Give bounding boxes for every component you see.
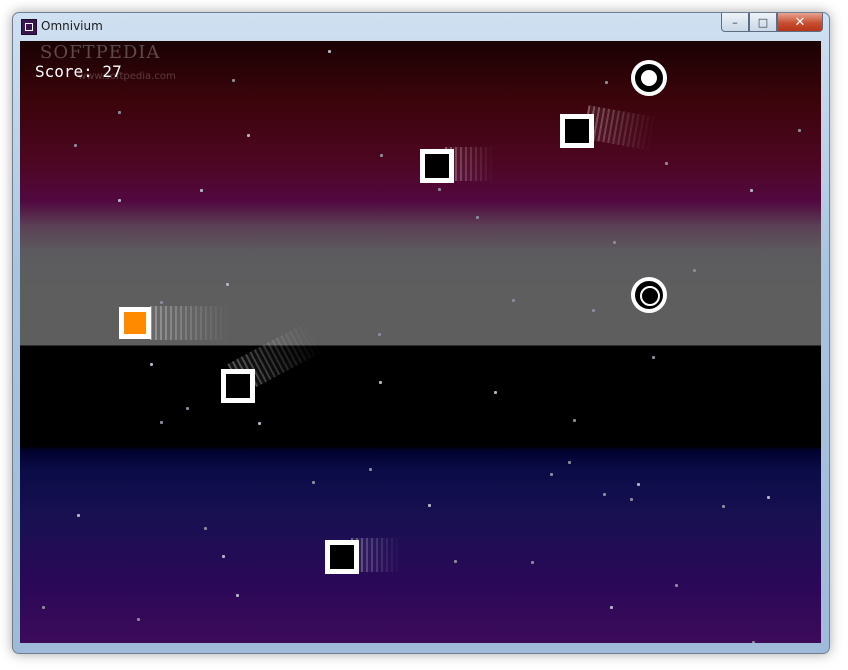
- window-controls: – □ ✕: [721, 13, 823, 33]
- enemy-square: [560, 114, 594, 148]
- star: [137, 618, 140, 621]
- maximize-icon: □: [757, 15, 769, 29]
- omnivium-app-icon[interactable]: [21, 19, 37, 35]
- star: [247, 134, 250, 137]
- star: [328, 50, 331, 53]
- star: [722, 505, 725, 508]
- star: [568, 461, 571, 464]
- star: [512, 299, 515, 302]
- score-display: Score: 27: [35, 62, 122, 81]
- close-button[interactable]: ✕: [777, 13, 823, 32]
- player-ship: [119, 307, 151, 339]
- enemy-square: [325, 540, 359, 574]
- game-canvas[interactable]: SOFTPEDIA www.softpedia.com Score: 27: [20, 41, 821, 643]
- star: [550, 473, 553, 476]
- star: [613, 241, 616, 244]
- star: [592, 309, 595, 312]
- star: [454, 560, 457, 563]
- star: [204, 527, 207, 530]
- star: [752, 641, 755, 643]
- star: [767, 496, 770, 499]
- watermark-logo: SOFTPEDIA: [40, 42, 161, 63]
- star: [379, 381, 382, 384]
- star: [200, 189, 203, 192]
- star: [222, 555, 225, 558]
- star: [494, 391, 497, 394]
- star: [610, 606, 613, 609]
- star: [750, 189, 753, 192]
- star: [77, 514, 80, 517]
- star: [603, 493, 606, 496]
- star: [118, 111, 121, 114]
- minimize-icon: –: [732, 15, 738, 29]
- star: [476, 216, 479, 219]
- star: [226, 283, 229, 286]
- star: [160, 421, 163, 424]
- title-bar[interactable]: Omnivium – □ ✕: [13, 13, 829, 41]
- star: [652, 356, 655, 359]
- star: [378, 333, 381, 336]
- close-icon: ✕: [794, 14, 806, 30]
- star: [675, 584, 678, 587]
- star: [438, 188, 441, 191]
- star: [665, 162, 668, 165]
- star: [531, 561, 534, 564]
- window-title: Omnivium: [41, 19, 103, 33]
- star: [428, 504, 431, 507]
- star: [258, 422, 261, 425]
- star: [74, 144, 77, 147]
- star: [605, 81, 608, 84]
- star: [380, 154, 383, 157]
- star: [236, 594, 239, 597]
- star: [798, 129, 801, 132]
- player-trail: [150, 306, 230, 340]
- enemy-square: [420, 149, 454, 183]
- star: [150, 363, 153, 366]
- star: [232, 79, 235, 82]
- star: [160, 301, 163, 304]
- game-window: Omnivium – □ ✕ SOFTPEDIA www.softpedia.c…: [12, 12, 830, 654]
- target-ring-core: [640, 286, 660, 306]
- maximize-button[interactable]: □: [749, 13, 777, 32]
- star: [186, 407, 189, 410]
- target-ring-icon: [631, 277, 667, 313]
- star: [637, 483, 640, 486]
- minimize-button[interactable]: –: [721, 13, 749, 32]
- star: [693, 269, 696, 272]
- star: [118, 199, 121, 202]
- star: [573, 419, 576, 422]
- enemy-square: [221, 369, 255, 403]
- target-ring-icon: [631, 60, 667, 96]
- star: [369, 468, 372, 471]
- star: [312, 481, 315, 484]
- target-ring-core: [641, 70, 657, 86]
- star: [42, 606, 45, 609]
- star: [630, 498, 633, 501]
